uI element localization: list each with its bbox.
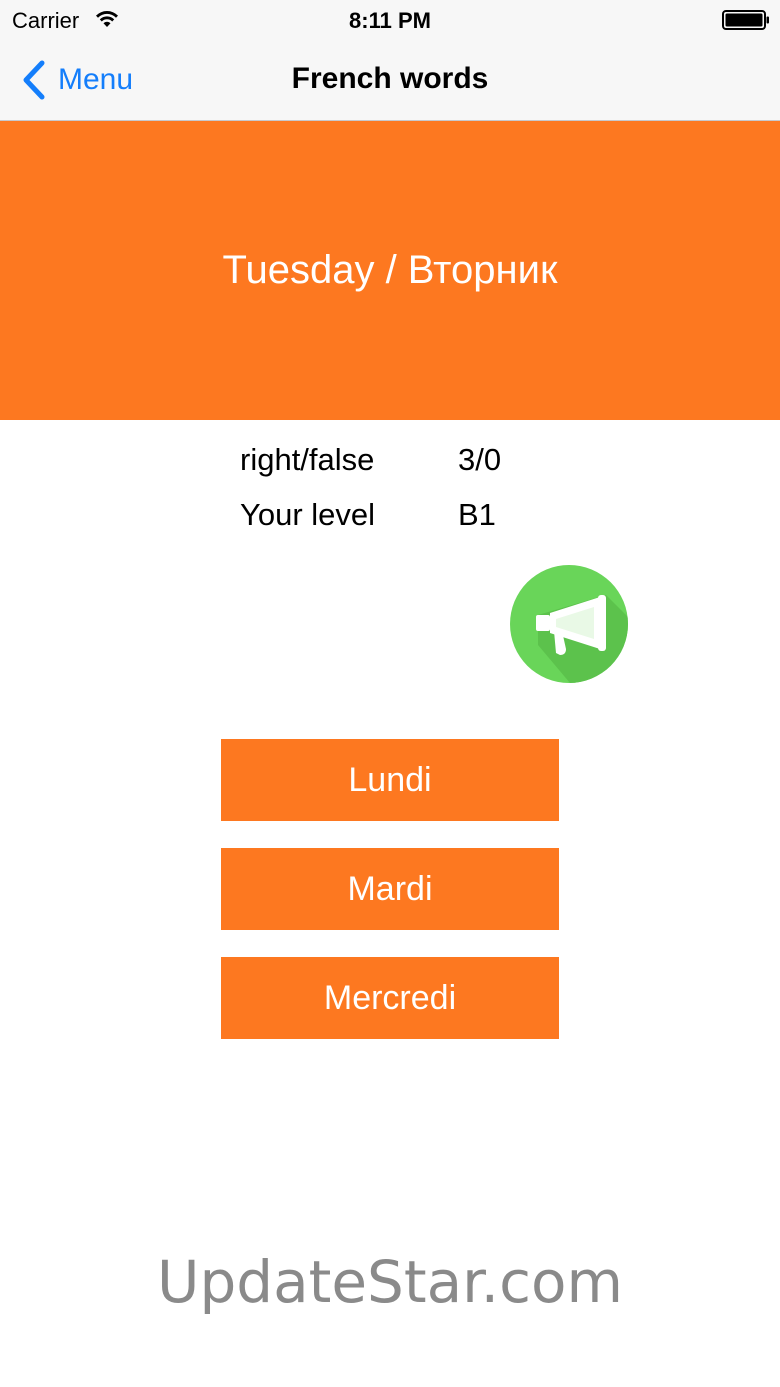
answer-button-lundi[interactable]: Lundi: [221, 739, 559, 821]
question-word-banner: Tuesday / Вторник: [0, 121, 780, 420]
status-bar: Carrier 8:11 PM: [0, 0, 780, 40]
status-time: 8:11 PM: [349, 8, 431, 33]
navigation-bar: Menu French words: [0, 40, 780, 121]
app-screen: Carrier 8:11 PM Menu French words Tuesda…: [0, 0, 780, 1387]
megaphone-icon: [536, 595, 628, 683]
battery-full-icon: [722, 10, 769, 30]
level-label: Your level: [240, 497, 376, 532]
nav-title: French words: [291, 62, 489, 95]
answer-button-mardi[interactable]: Mardi: [221, 848, 559, 930]
question-word: Tuesday / Вторник: [222, 248, 558, 292]
speak-button[interactable]: [510, 565, 628, 683]
answer-button-mercredi[interactable]: Mercredi: [221, 957, 559, 1039]
score-label: right/false: [240, 442, 375, 477]
watermark-text: UpdateStar.com: [157, 1248, 623, 1316]
level-value: B1: [458, 497, 496, 532]
score-value: 3/0: [458, 442, 502, 477]
